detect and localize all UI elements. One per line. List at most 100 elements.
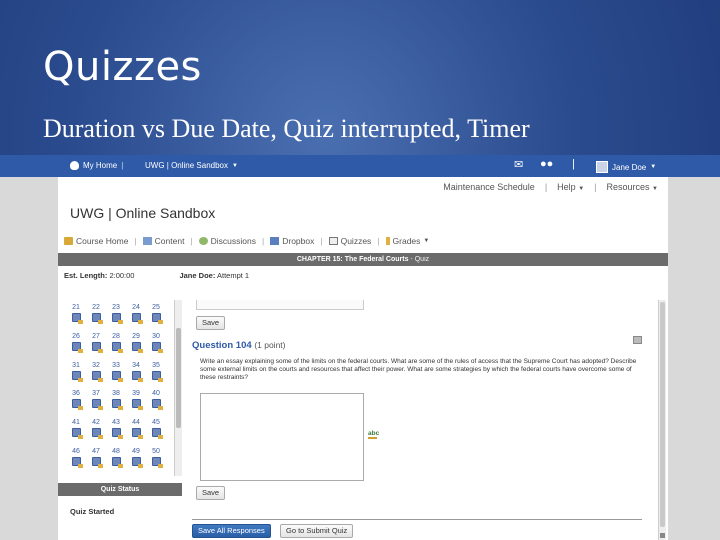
est-length: Est. Length: 2:00:00 [64, 271, 135, 280]
question-pane-scrollbar[interactable] [658, 300, 666, 540]
question-nav-item[interactable]: 45 [146, 419, 166, 448]
question-nav-item[interactable]: 25 [146, 304, 166, 333]
question-nav-item[interactable]: 22 [86, 304, 106, 333]
chevron-down-icon: ▼ [650, 164, 657, 170]
save-button-top[interactable]: Save [196, 316, 226, 330]
question-number: 25 [152, 304, 160, 311]
question-nav-item[interactable]: 31 [66, 362, 86, 391]
question-status-icon [71, 399, 83, 411]
question-number: 34 [132, 361, 140, 369]
user-name: Jane Doe [612, 162, 647, 172]
essay-answer-input[interactable] [200, 393, 364, 481]
question-number: 24 [132, 304, 140, 311]
my-home-link[interactable]: My Home | [70, 161, 123, 170]
question-nav-item[interactable]: 40 [146, 390, 166, 419]
question-status-icon [151, 428, 163, 440]
question-nav-item[interactable]: 26 [66, 333, 86, 362]
question-nav-item[interactable]: 50 [146, 448, 166, 477]
question-status-icon [91, 313, 103, 324]
message-icon[interactable]: ✉ [514, 158, 523, 171]
question-nav-item[interactable]: 42 [86, 419, 106, 448]
question-nav-item[interactable]: 48 [106, 448, 126, 477]
org-selector-label: UWG | Online Sandbox [145, 161, 229, 170]
nav-discussions[interactable]: Discussions [198, 236, 256, 246]
maintenance-link[interactable]: Maintenance Schedule [443, 182, 535, 192]
question-number: 28 [112, 332, 120, 340]
chat-icon[interactable]: ●● [540, 158, 553, 170]
question-pane: Save Question 104 (1 point) Write an ess… [188, 300, 668, 540]
question-nav-item[interactable]: 34 [126, 362, 146, 391]
question-status-icon [151, 456, 163, 468]
question-number: 31 [72, 361, 80, 369]
question-nav-item[interactable]: 36 [66, 390, 86, 419]
content-icon [142, 237, 152, 245]
question-nav-item[interactable]: 49 [126, 448, 146, 477]
nav-dropbox[interactable]: Dropbox [270, 236, 314, 246]
question-status-icon [71, 370, 83, 382]
question-nav-item[interactable]: 37 [86, 390, 106, 419]
scrollbar-thumb[interactable] [176, 328, 181, 428]
question-nav-item[interactable]: 46 [66, 448, 86, 477]
go-to-submit-quiz-button[interactable]: Go to Submit Quiz [280, 524, 354, 538]
question-status-icon [131, 456, 143, 468]
question-status-icon [111, 428, 123, 440]
question-status-icon [71, 456, 83, 468]
nav-grades[interactable]: Grades ▼ [385, 236, 430, 246]
save-button-bottom[interactable]: Save [196, 486, 226, 500]
question-number: 47 [92, 447, 100, 455]
previous-answer-box[interactable] [196, 300, 364, 310]
scroll-down-arrow-icon[interactable] [660, 533, 665, 538]
help-menu[interactable]: Help ▼ [557, 182, 584, 192]
question-nav-item[interactable]: 41 [66, 419, 86, 448]
question-number: 43 [112, 419, 120, 427]
question-nav-item[interactable]: 32 [86, 362, 106, 391]
question-number: 22 [92, 304, 100, 311]
question-nav-pane: 21 22 23 24 25 26 27 28 29 30 31 32 33 34 35 36 37 38 39 40… [58, 300, 182, 540]
question-nav-item[interactable]: 35 [146, 362, 166, 391]
divider-icon: | [572, 158, 575, 170]
chevron-down-icon: ▼ [423, 238, 430, 244]
question-nav-item[interactable]: 24 [126, 304, 146, 333]
question-nav-item[interactable]: 44 [126, 419, 146, 448]
divider [192, 519, 642, 520]
question-nav-item[interactable]: 30 [146, 333, 166, 362]
question-nav-item[interactable]: 47 [86, 448, 106, 477]
question-nav-item[interactable]: 33 [106, 362, 126, 391]
nav-quizzes[interactable]: Quizzes [328, 236, 371, 246]
org-selector[interactable]: UWG | Online Sandbox ▼ [145, 161, 238, 170]
question-nav-item[interactable]: 28 [106, 333, 126, 362]
question-nav-item[interactable]: 27 [86, 333, 106, 362]
question-number: 49 [132, 447, 140, 455]
question-number: 36 [72, 390, 80, 398]
question-number: 33 [112, 361, 120, 369]
top-navbar: My Home | UWG | Online Sandbox ▼ ✉ ●● | … [0, 155, 720, 177]
resources-menu[interactable]: Resources ▼ [607, 182, 659, 192]
content-page: Maintenance Schedule | Help ▼ | Resource… [58, 177, 668, 540]
question-number: 35 [152, 361, 160, 369]
question-status-icon [91, 399, 103, 411]
nav-course-home[interactable]: Course Home [64, 236, 128, 246]
question-status-icon [151, 370, 163, 382]
save-all-responses-button[interactable]: Save All Responses [192, 524, 271, 538]
question-status-icon [131, 313, 143, 324]
question-status-icon [151, 313, 163, 324]
chapter-title-bar: CHAPTER 15: The Federal Courts - Quiz [58, 253, 668, 266]
slide-title: Quizzes [43, 44, 202, 90]
question-nav-item[interactable]: 38 [106, 390, 126, 419]
question-grid-scrollbar[interactable] [174, 300, 182, 476]
question-nav-item[interactable]: 39 [126, 390, 146, 419]
print-icon[interactable] [633, 336, 642, 344]
attempt-info: Jane Doe: Attempt 1 [179, 271, 250, 280]
question-number: 26 [72, 332, 80, 340]
question-nav-item[interactable]: 23 [106, 304, 126, 333]
question-nav-item[interactable]: 21 [66, 304, 86, 333]
spellcheck-icon[interactable]: abc [368, 430, 379, 439]
nav-content[interactable]: Content [142, 236, 184, 246]
quiz-icon [328, 237, 338, 245]
question-status-icon [91, 428, 103, 440]
question-nav-item[interactable]: 29 [126, 333, 146, 362]
question-nav-item[interactable]: 43 [106, 419, 126, 448]
scrollbar-thumb[interactable] [660, 302, 665, 527]
quiz-status-text: Quiz Started [70, 507, 115, 516]
user-menu[interactable]: Jane Doe ▼ [596, 161, 656, 173]
